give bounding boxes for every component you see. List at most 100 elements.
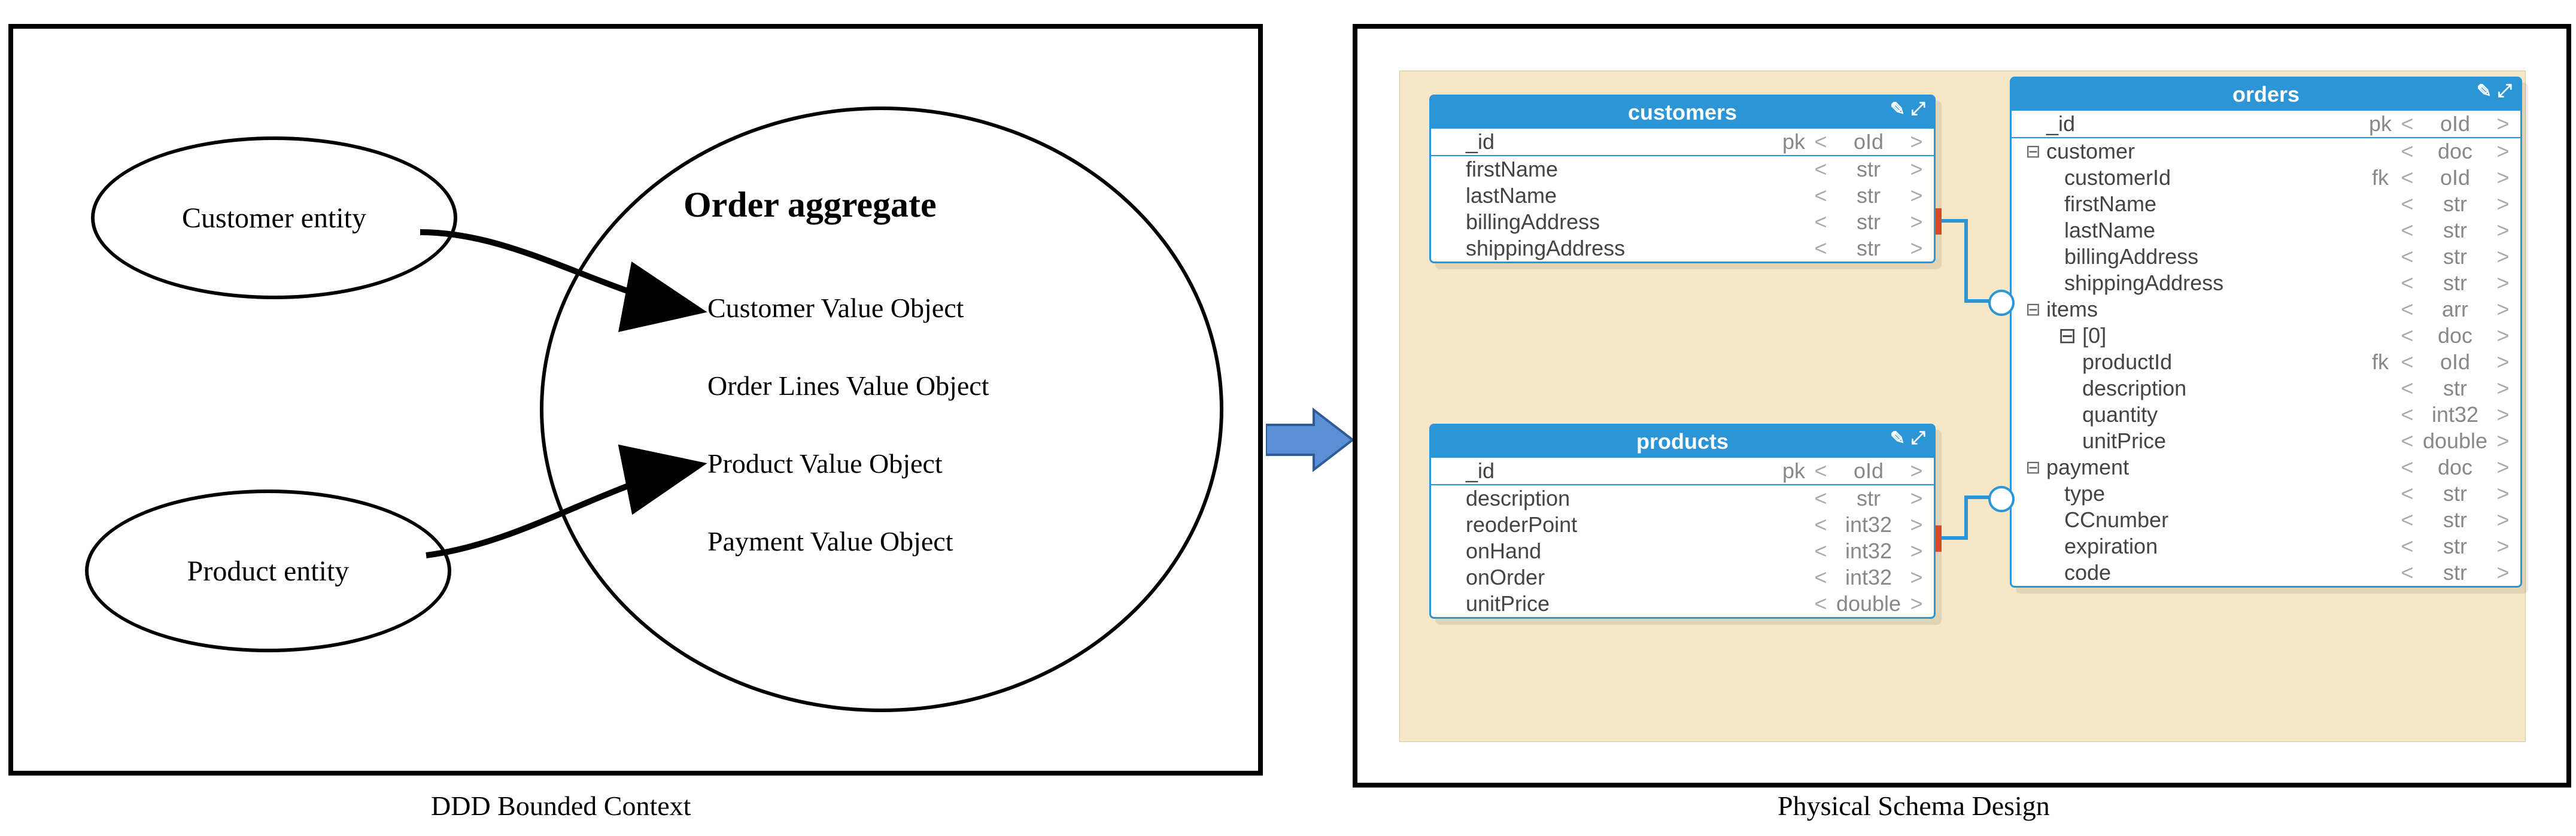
- tree-toggle-icon[interactable]: ⊟: [2020, 299, 2046, 320]
- field-key: fk: [2362, 349, 2398, 375]
- field-name: CCnumber: [2046, 507, 2362, 533]
- field-type: doc: [2416, 139, 2494, 164]
- expand-icon[interactable]: ⤢: [2498, 81, 2512, 102]
- field-type: str: [2416, 191, 2494, 217]
- angle-left-icon: <: [2398, 111, 2416, 136]
- tree-toggle-icon[interactable]: ⊟: [2020, 141, 2046, 162]
- angle-left-icon: <: [1812, 183, 1830, 208]
- field-name: lastName: [1466, 183, 1776, 208]
- orders-row: CCnumber <str>: [2012, 507, 2520, 533]
- angle-right-icon: >: [2494, 507, 2512, 533]
- eyedropper-icon[interactable]: ✎: [1890, 428, 1905, 449]
- angle-left-icon: <: [1812, 486, 1830, 511]
- orders-row: type<str>: [2012, 481, 2520, 507]
- field-name: shippingAddress: [2046, 270, 2362, 296]
- field-name: description: [1466, 486, 1776, 511]
- angle-left-icon: <: [2398, 349, 2416, 375]
- tree-toggle-icon[interactable]: ⊟: [2020, 457, 2046, 478]
- customers-row: firstName<str>: [1431, 156, 1934, 183]
- rel-stub-customers: [1936, 208, 1942, 235]
- angle-right-icon: >: [2494, 428, 2512, 454]
- field-type: str: [2416, 534, 2494, 559]
- angle-left-icon: <: [2398, 323, 2416, 348]
- rel-line-products-h2: [1964, 495, 1991, 499]
- orders-row: billingAddress<str>: [2012, 244, 2520, 270]
- angle-right-icon: >: [2494, 165, 2512, 190]
- field-type: str: [2416, 507, 2494, 533]
- expand-icon[interactable]: ⤢: [1911, 428, 1925, 449]
- angle-left-icon: <: [2398, 534, 2416, 559]
- angle-right-icon: >: [2494, 376, 2512, 401]
- field-name: reoderPoint: [1466, 512, 1776, 537]
- field-name: shippingAddress: [1466, 236, 1776, 261]
- field-type: int32: [1830, 539, 1907, 564]
- orders-row: productIdfk<oId>: [2012, 349, 2520, 375]
- order-aggregate-title: Order aggregate: [684, 184, 937, 226]
- field-type: double: [1830, 591, 1907, 616]
- field-type: doc: [2416, 455, 2494, 480]
- field-type: str: [1830, 486, 1907, 511]
- angle-right-icon: >: [2494, 191, 2512, 217]
- angle-right-icon: >: [2494, 218, 2512, 243]
- angle-left-icon: <: [2398, 191, 2416, 217]
- products-row: onOrder<int32>: [1431, 564, 1934, 591]
- angle-left-icon: <: [1812, 236, 1830, 261]
- field-type: int32: [1830, 565, 1907, 590]
- field-type: str: [2416, 270, 2494, 296]
- field-key: pk: [1776, 129, 1812, 154]
- field-type: oId: [1830, 129, 1907, 154]
- field-name: quantity: [2046, 402, 2362, 427]
- orders-row: ⊟ [0]<doc>: [2012, 323, 2520, 349]
- field-type: str: [1830, 209, 1907, 235]
- field-name: description: [2046, 376, 2362, 401]
- field-name: onHand: [1466, 539, 1776, 564]
- orders-row: shippingAddress<str>: [2012, 270, 2520, 296]
- angle-right-icon: >: [1907, 512, 1925, 537]
- orders-row: ⊟items<arr>: [2012, 296, 2520, 323]
- angle-left-icon: <: [1812, 129, 1830, 154]
- angle-right-icon: >: [2494, 455, 2512, 480]
- eyedropper-icon[interactable]: ✎: [2477, 81, 2492, 102]
- rel-line-products-v: [1964, 495, 1968, 540]
- field-type: doc: [2416, 323, 2494, 348]
- field-name: unitPrice: [2046, 428, 2362, 454]
- products-row: _idpk<oId>: [1431, 458, 1934, 485]
- angle-left-icon: <: [1812, 157, 1830, 182]
- angle-left-icon: <: [2398, 507, 2416, 533]
- field-name: items: [2046, 297, 2362, 322]
- angle-right-icon: >: [2494, 244, 2512, 269]
- angle-left-icon: <: [2398, 218, 2416, 243]
- field-type: str: [2416, 376, 2494, 401]
- products-table: products✎⤢_idpk<oId>description<str>reod…: [1429, 424, 1936, 619]
- field-type: arr: [2416, 297, 2494, 322]
- angle-left-icon: <: [2398, 165, 2416, 190]
- customers-table: customers✎⤢_idpk<oId>firstName<str>lastN…: [1429, 95, 1936, 263]
- customers-row: _idpk<oId>: [1431, 129, 1934, 156]
- angle-left-icon: <: [1812, 565, 1830, 590]
- products-row: onHand<int32>: [1431, 538, 1934, 564]
- field-type: double: [2416, 428, 2494, 454]
- field-name: type: [2046, 481, 2362, 506]
- vo-payment: Payment Value Object: [707, 525, 953, 557]
- rel-line-customers-h1: [1942, 219, 1966, 223]
- orders-row: ⊟payment<doc>: [2012, 454, 2520, 481]
- rel-line-customers-v: [1964, 219, 1968, 303]
- eyedropper-icon[interactable]: ✎: [1890, 99, 1905, 120]
- products-row: unitPrice<double>: [1431, 591, 1934, 617]
- field-name: _id: [1466, 129, 1776, 154]
- orders-table: orders✎⤢_idpk<oId>⊟customer<doc> custome…: [2010, 77, 2522, 588]
- field-name: code: [2046, 560, 2362, 585]
- angle-left-icon: <: [2398, 270, 2416, 296]
- angle-left-icon: <: [1812, 209, 1830, 235]
- expand-icon[interactable]: ⤢: [1911, 99, 1925, 120]
- angle-right-icon: >: [2494, 402, 2512, 427]
- field-type: str: [1830, 236, 1907, 261]
- orders-row: code<str>: [2012, 560, 2520, 586]
- orders-header: orders✎⤢: [2012, 78, 2520, 111]
- field-name: productId: [2046, 349, 2362, 375]
- angle-left-icon: <: [1812, 539, 1830, 564]
- arrow-product-to-vo: [426, 460, 719, 579]
- angle-right-icon: >: [2494, 560, 2512, 585]
- schema-caption: Physical Schema Design: [1778, 790, 2050, 822]
- orders-row: expiration<str>: [2012, 533, 2520, 560]
